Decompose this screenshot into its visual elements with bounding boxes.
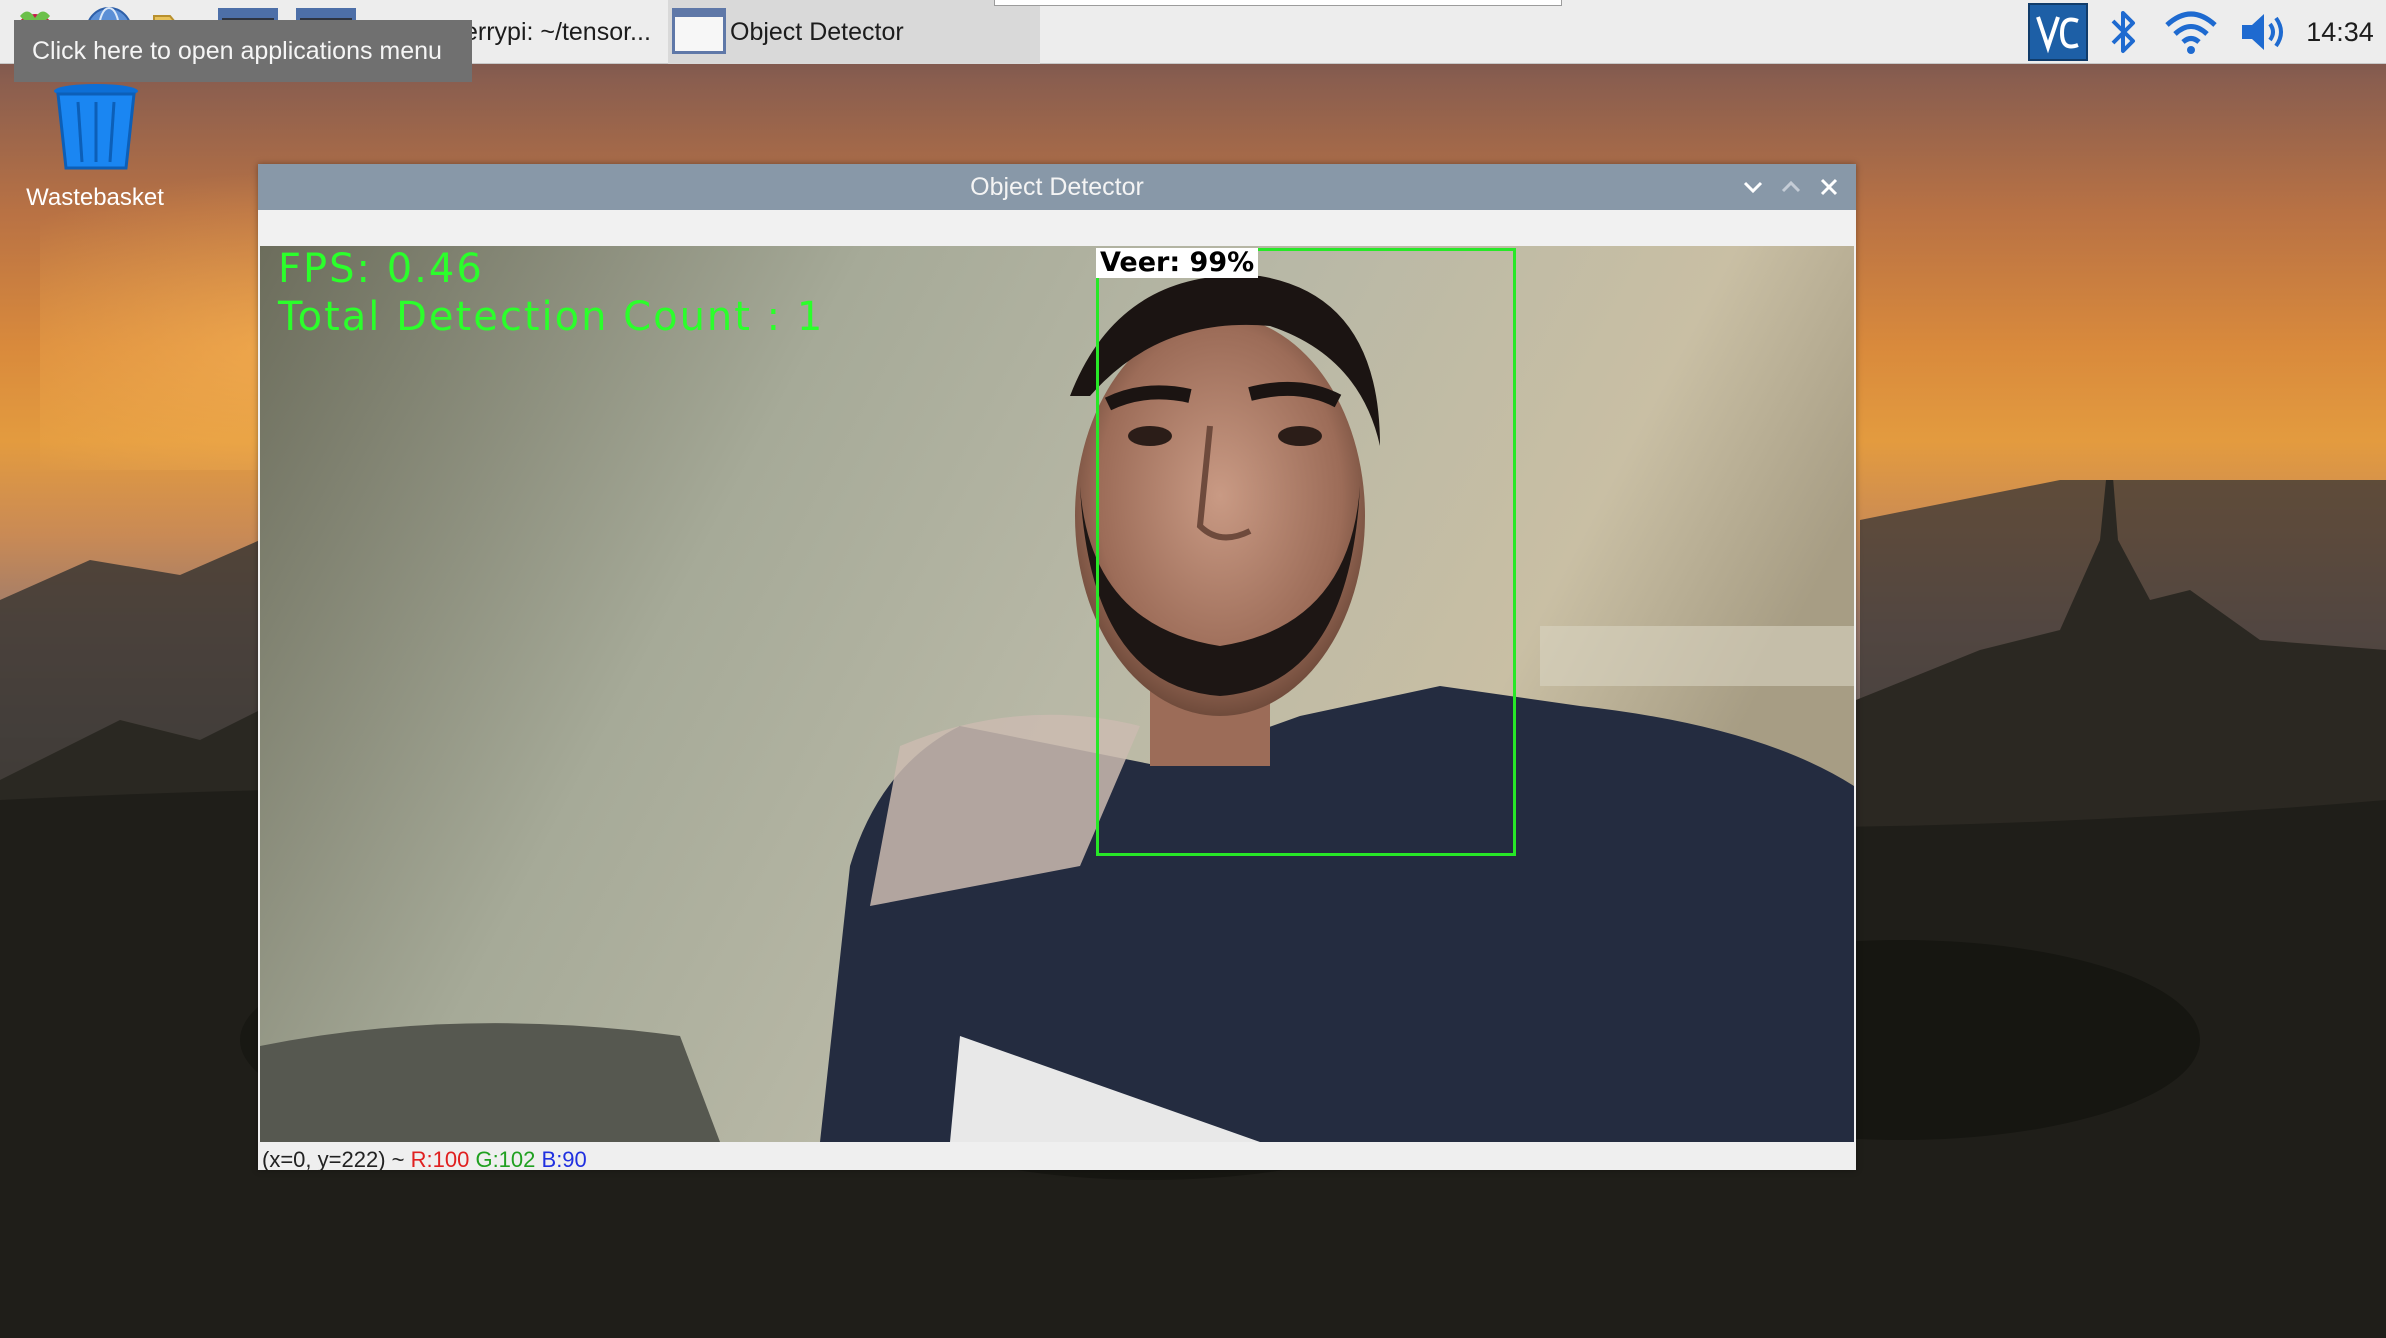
volume-tray-button[interactable] bbox=[2232, 0, 2296, 64]
pixel-info-statusbar: (x=0, y=222) ~ R:100 G:102 B:90 bbox=[258, 1142, 1856, 1170]
detection-bounding-box bbox=[1096, 248, 1516, 856]
minimize-button[interactable] bbox=[1736, 170, 1770, 204]
detection-label: Veer: 99% bbox=[1096, 248, 1259, 278]
maximize-button[interactable] bbox=[1774, 170, 1808, 204]
camera-image bbox=[260, 246, 1854, 1142]
desktop-icon-wastebasket[interactable]: Wastebasket bbox=[6, 78, 184, 218]
cursor-coords: (x=0, y=222) ~ bbox=[262, 1147, 405, 1170]
applications-menu-tooltip: Click here to open applications menu bbox=[14, 20, 472, 82]
wifi-tray-button[interactable] bbox=[2156, 0, 2226, 64]
volume-icon bbox=[2242, 14, 2283, 50]
object-detector-window: Object Detector FPS: 0.46 Total Detectio… bbox=[258, 164, 1856, 1170]
window-toolbar-strip bbox=[258, 210, 1856, 246]
bluetooth-tray-button[interactable] bbox=[2100, 0, 2146, 64]
detection-count-readout: Total Detection Count : 1 bbox=[278, 294, 825, 340]
close-icon bbox=[1820, 178, 1838, 196]
bluetooth-icon bbox=[2111, 11, 2135, 53]
taskbar-task-object-detector[interactable]: Object Detector bbox=[668, 0, 1040, 64]
desktop-icon-label: Wastebasket bbox=[26, 184, 164, 211]
vnc-icon bbox=[2028, 3, 2088, 61]
taskbar-task-terminal[interactable]: errypi: ~/tensor... bbox=[440, 0, 668, 64]
top-window-edge bbox=[994, 0, 1562, 6]
task-label: errypi: ~/tensor... bbox=[464, 17, 651, 46]
window-titlebar[interactable]: Object Detector bbox=[258, 164, 1856, 210]
vnc-tray-button[interactable] bbox=[2026, 0, 2090, 64]
chevron-down-icon bbox=[1743, 181, 1763, 194]
trash-icon bbox=[54, 84, 138, 170]
clock[interactable]: 14:34 bbox=[2300, 0, 2380, 64]
green-value: G:102 bbox=[475, 1147, 536, 1170]
red-value: R:100 bbox=[410, 1147, 470, 1170]
window-title: Object Detector bbox=[970, 173, 1144, 201]
blue-value: B:90 bbox=[541, 1147, 587, 1170]
close-button[interactable] bbox=[1812, 170, 1846, 204]
task-label: Object Detector bbox=[730, 17, 904, 46]
fps-readout: FPS: 0.46 bbox=[278, 246, 484, 292]
window-icon bbox=[672, 8, 726, 54]
camera-frame[interactable]: FPS: 0.46 Total Detection Count : 1 Veer… bbox=[260, 246, 1854, 1142]
wifi-icon bbox=[2165, 11, 2217, 54]
chevron-up-icon bbox=[1781, 180, 1801, 193]
